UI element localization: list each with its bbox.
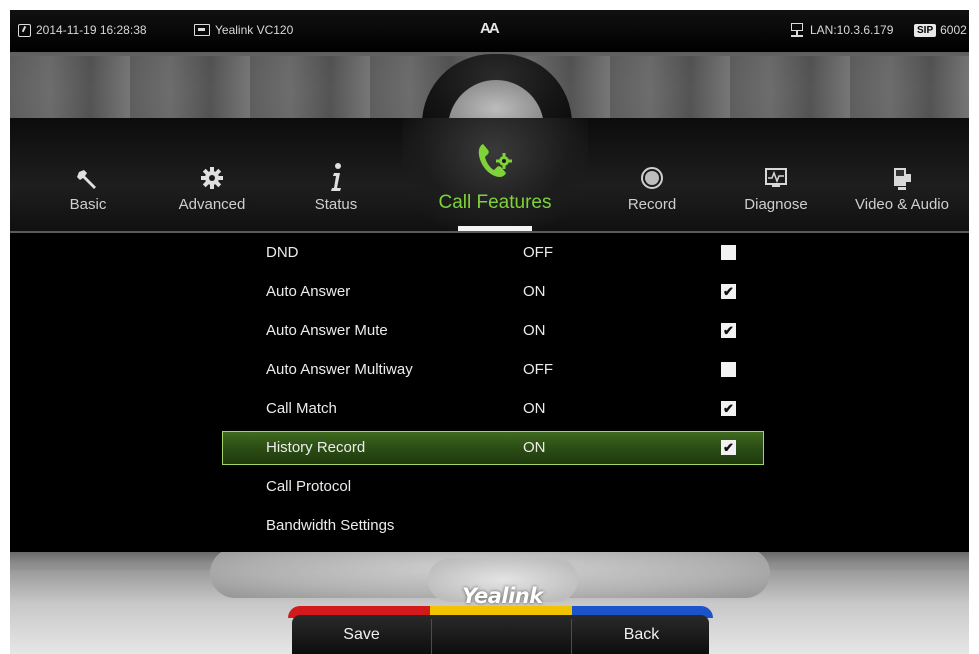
setting-checkbox[interactable]: ✔: [721, 284, 736, 299]
phone-gear-icon: [478, 144, 512, 177]
setting-row-dnd[interactable]: DND OFF: [10, 235, 969, 271]
setting-checkbox[interactable]: ✔: [721, 323, 736, 338]
softkey-bar: Save Back: [288, 606, 713, 654]
tab-status[interactable]: Status: [274, 118, 398, 231]
record-icon: [641, 167, 663, 189]
back-button[interactable]: Back: [572, 615, 711, 654]
diagnose-monitor-icon: [765, 168, 787, 187]
middle-softkey[interactable]: [432, 615, 571, 654]
setting-name: DND: [266, 244, 299, 261]
setting-name: Bandwidth Settings: [266, 517, 395, 534]
setting-name: Auto Answer Mute: [266, 322, 388, 339]
yealink-logo: Yealink: [462, 584, 543, 608]
device-icon: [194, 24, 210, 36]
gear-icon: [201, 167, 223, 189]
setting-row-history-record[interactable]: History Record ON ✔: [10, 430, 969, 466]
tab-diagnose-label: Diagnose: [744, 196, 808, 213]
setting-value: ON: [523, 322, 546, 339]
tab-video-audio-label: Video & Audio: [855, 196, 949, 213]
setting-row-bandwidth-settings[interactable]: Bandwidth Settings: [10, 508, 969, 544]
setting-name: Call Protocol: [266, 478, 352, 495]
setting-checkbox[interactable]: ✔: [721, 440, 736, 455]
setting-value: OFF: [523, 244, 553, 261]
setting-value: ON: [523, 439, 546, 456]
sip-indicator: SIP 6002: [914, 23, 967, 37]
setting-row-call-protocol[interactable]: Call Protocol: [10, 469, 969, 505]
tv-screen: Yealink 2014-11-19 16:28:38 Yealink VC12…: [10, 10, 969, 654]
setting-value: OFF: [523, 361, 553, 378]
tab-record-label: Record: [627, 196, 677, 213]
network-indicator: LAN:10.3.6.179: [790, 23, 893, 37]
lan-icon: [790, 23, 804, 37]
tab-advanced[interactable]: Advanced: [150, 118, 274, 231]
sip-badge: SIP: [914, 23, 937, 37]
setting-row-call-match[interactable]: Call Match ON ✔: [10, 391, 969, 427]
setting-checkbox[interactable]: [721, 245, 736, 260]
setting-checkbox[interactable]: [721, 362, 736, 377]
video-audio-icon: [894, 168, 911, 190]
tab-basic-label: Basic: [69, 196, 107, 213]
tab-call-features[interactable]: Call Features: [402, 118, 588, 231]
tab-diagnose[interactable]: Diagnose: [714, 118, 838, 231]
tab-record[interactable]: Record: [590, 118, 714, 231]
tab-advanced-label: Advanced: [178, 196, 246, 213]
setting-name: Call Match: [266, 400, 337, 417]
device-indicator: Yealink VC120: [194, 23, 293, 37]
wrench-icon: [77, 170, 96, 189]
datetime-indicator: 2014-11-19 16:28:38: [18, 23, 147, 37]
tab-basic[interactable]: Basic: [26, 118, 150, 231]
calendar-clock-icon: [18, 23, 31, 37]
setting-row-auto-answer-mute[interactable]: Auto Answer Mute ON ✔: [10, 313, 969, 349]
status-bar: 2014-11-19 16:28:38 Yealink VC120 AA LAN…: [10, 10, 969, 52]
setting-checkbox[interactable]: ✔: [721, 401, 736, 416]
setting-row-auto-answer-multiway[interactable]: Auto Answer Multiway OFF: [10, 352, 969, 388]
setting-row-auto-answer[interactable]: Auto Answer ON ✔: [10, 274, 969, 310]
tab-bar: Basic Advanced Status Call Features Reco…: [10, 118, 969, 231]
tab-call-features-label: Call Features: [438, 192, 552, 213]
tab-video-audio[interactable]: Video & Audio: [838, 118, 966, 231]
setting-name: Auto Answer: [266, 283, 351, 300]
info-icon: [331, 163, 341, 191]
datetime-text: 2014-11-19 16:28:38: [36, 23, 147, 37]
setting-value: ON: [523, 400, 546, 417]
lan-address-text: LAN:10.3.6.179: [810, 23, 894, 37]
font-size-indicator: AA: [480, 20, 500, 37]
setting-name: Auto Answer Multiway: [266, 361, 413, 378]
settings-menu: Basic Advanced Status Call Features Reco…: [10, 118, 969, 552]
menu-divider: [10, 231, 969, 233]
device-model-text: Yealink VC120: [215, 23, 294, 37]
setting-name: History Record: [266, 439, 366, 456]
sip-account-text: 6002: [940, 23, 967, 37]
save-button[interactable]: Save: [292, 615, 431, 654]
softkey-body: Save Back: [292, 615, 709, 654]
tab-status-label: Status: [314, 196, 358, 213]
setting-value: ON: [523, 283, 546, 300]
